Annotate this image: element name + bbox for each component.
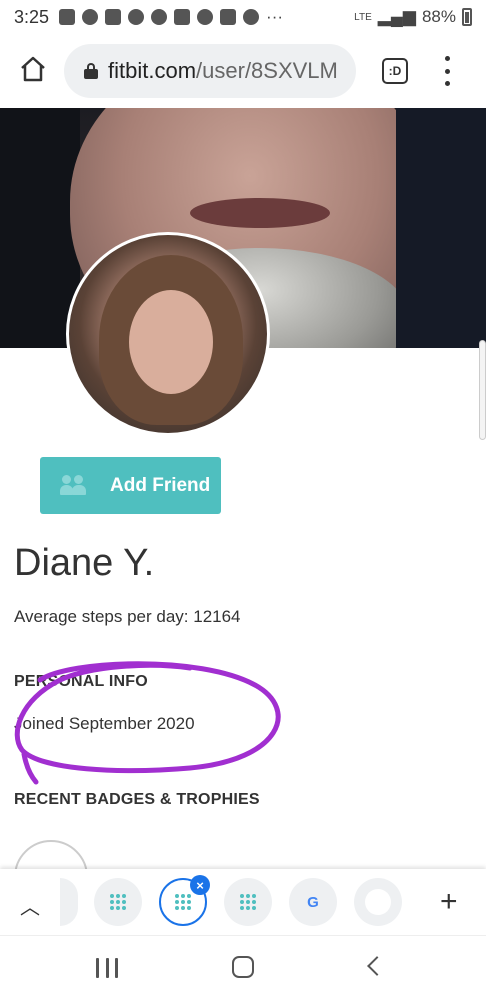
tiktok-icon: [220, 9, 237, 25]
messenger-icon: [128, 9, 145, 25]
news-icon: [105, 9, 122, 25]
blank-tab-icon: [365, 889, 391, 915]
calendar-icon: [59, 9, 76, 25]
facebook-icon: [151, 9, 168, 25]
avatar: [66, 232, 270, 436]
recent-apps-icon[interactable]: [96, 958, 118, 978]
tab-google[interactable]: G: [289, 878, 337, 926]
pinterest-icon: [243, 9, 260, 25]
url-host: fitbit.com: [108, 58, 197, 83]
menu-icon[interactable]: [442, 56, 452, 86]
tab-strip: ︿ × G +: [0, 869, 486, 935]
fitbit-icon: [110, 894, 126, 910]
url-bar[interactable]: fitbit.com/user/8SXVLM: [64, 44, 356, 98]
tab-switcher-button[interactable]: :D: [382, 58, 408, 84]
battery-label: 88%: [421, 7, 456, 26]
google-icon: G: [307, 893, 319, 911]
tab-blank[interactable]: [354, 878, 402, 926]
joined-date: Joined September 2020: [14, 714, 195, 733]
status-right: LTE ▂▄▆ 88%: [354, 7, 472, 27]
app-icon: [197, 9, 214, 25]
close-tab-button[interactable]: ×: [190, 875, 210, 895]
home-nav-icon[interactable]: [232, 956, 254, 978]
scrollbar[interactable]: [479, 340, 486, 440]
battery-icon: [462, 8, 472, 26]
collapse-tabs-icon[interactable]: ︿: [20, 891, 40, 920]
fitbit-icon: [240, 894, 256, 910]
tab-partial[interactable]: [60, 878, 78, 926]
back-icon[interactable]: [367, 956, 387, 976]
recent-badges-title: RECENT BADGES & TROPHIES: [14, 791, 260, 808]
tiktok-icon: [174, 9, 191, 25]
new-tab-button[interactable]: +: [440, 885, 458, 919]
notification-icons: ···: [59, 7, 283, 27]
average-steps: Average steps per day: 12164: [14, 607, 241, 626]
network-label: LTE: [354, 11, 372, 23]
url-path: /user/8SXVLM: [196, 58, 338, 83]
status-bar: 3:25 ··· LTE ▂▄▆ 88%: [0, 0, 486, 34]
add-friend-label: Add Friend: [110, 474, 211, 496]
more-notifications-icon: ···: [266, 7, 284, 26]
tab-fitbit[interactable]: [94, 878, 142, 926]
personal-info-title: PERSONAL INFO: [14, 673, 148, 690]
fitbit-icon: [175, 894, 191, 910]
profile-name: Diane Y.: [14, 542, 155, 584]
signal-icon: ▂▄▆: [377, 7, 416, 26]
system-nav-bar: [0, 935, 486, 999]
add-friend-button[interactable]: Add Friend: [40, 457, 221, 514]
home-icon[interactable]: [18, 54, 48, 84]
add-friend-icon: [60, 474, 90, 497]
browser-toolbar: fitbit.com/user/8SXVLM :D: [0, 34, 486, 108]
tab-fitbit-2[interactable]: [224, 878, 272, 926]
facebook-icon: [82, 9, 99, 25]
status-time: 3:25: [14, 6, 50, 27]
lock-icon[interactable]: [84, 63, 98, 79]
